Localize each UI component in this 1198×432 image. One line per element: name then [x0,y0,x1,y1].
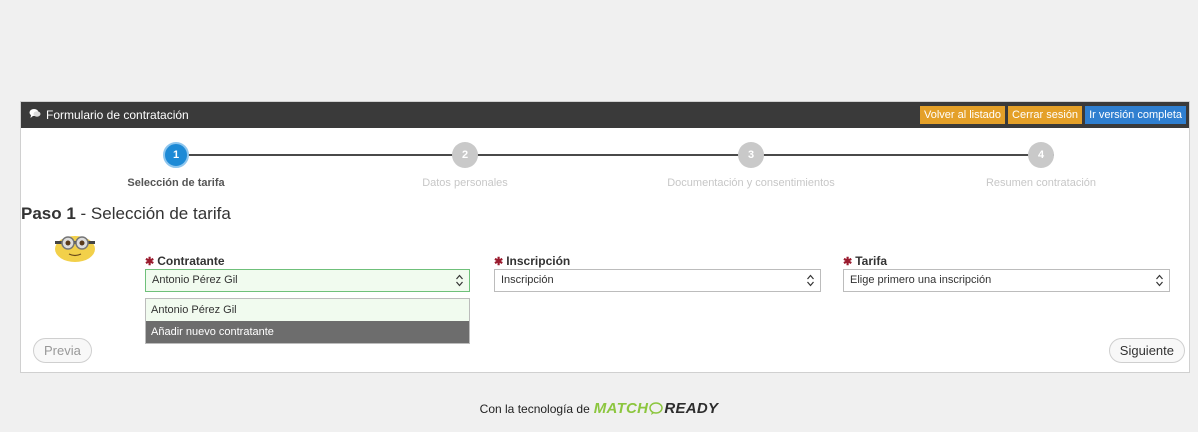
tarifa-value: Elige primero una inscripción [850,274,992,286]
panel-header: Formulario de contratación Volver al lis… [21,102,1189,128]
required-asterisk-icon: ✱ [494,256,504,268]
panel-title: Formulario de contratación [29,108,189,122]
select-arrows-icon [1156,274,1163,287]
matchready-logo: MATCH READY [593,400,719,417]
inscripcion-select[interactable]: Inscripción [494,269,821,292]
contratante-dropdown: Antonio Pérez Gil Añadir nuevo contratan… [145,298,470,344]
steps-connector [176,154,1054,156]
next-button[interactable]: Siguiente [1108,338,1185,363]
dropdown-option-add-new[interactable]: Añadir nuevo contratante [146,321,469,343]
footer: Con la tecnología de MATCH READY [0,400,1198,417]
contratante-label: ✱ Contratante [145,254,225,268]
chat-logo-icon [649,401,664,415]
tarifa-field: ✱ Tarifa Elige primero una inscripción [843,254,1170,292]
avatar [53,232,97,262]
chat-bubbles-icon [29,108,41,122]
required-asterisk-icon: ✱ [843,256,853,268]
contratante-value: Antonio Pérez Gil [152,274,238,286]
wizard-steps: 1 2 3 4 Selección de tarifa Datos person… [21,142,1189,192]
step-title-prefix: Paso 1 [21,204,76,223]
step-2-label: Datos personales [422,177,508,189]
form-panel: Formulario de contratación Volver al lis… [20,101,1190,373]
step-2-circle: 2 [452,142,478,168]
dropdown-option[interactable]: Antonio Pérez Gil [146,299,469,321]
inscripcion-value: Inscripción [501,274,554,286]
step-4-label: Resumen contratación [985,177,1097,189]
back-to-list-button[interactable]: Volver al listado [919,106,1006,124]
page-title: Paso 1 - Selección de tarifa [21,204,231,224]
contratante-field: ✱ Contratante Antonio Pérez Gil [145,254,470,292]
step-1-circle: 1 [163,142,189,168]
inscripcion-label: ✱ Inscripción [494,254,571,268]
tarifa-label: ✱ Tarifa [843,254,888,268]
previous-button[interactable]: Previa [33,338,92,363]
step-1-label: Selección de tarifa [127,177,225,189]
step-title-text: - Selección de tarifa [75,204,231,223]
required-asterisk-icon: ✱ [145,256,155,268]
select-arrows-icon [807,274,814,287]
contratante-select[interactable]: Antonio Pérez Gil [145,269,470,292]
tarifa-select[interactable]: Elige primero una inscripción [843,269,1170,292]
step-3-label: Documentación y consentimientos [667,177,835,189]
footer-text: Con la tecnología de [479,401,590,416]
full-version-button[interactable]: Ir versión completa [1085,106,1186,124]
inscripcion-field: ✱ Inscripción Inscripción [494,254,821,292]
panel-title-text: Formulario de contratación [46,108,189,122]
logout-button[interactable]: Cerrar sesión [1008,106,1083,124]
select-arrows-icon [456,274,463,287]
step-3-circle: 3 [738,142,764,168]
step-4-circle: 4 [1028,142,1054,168]
